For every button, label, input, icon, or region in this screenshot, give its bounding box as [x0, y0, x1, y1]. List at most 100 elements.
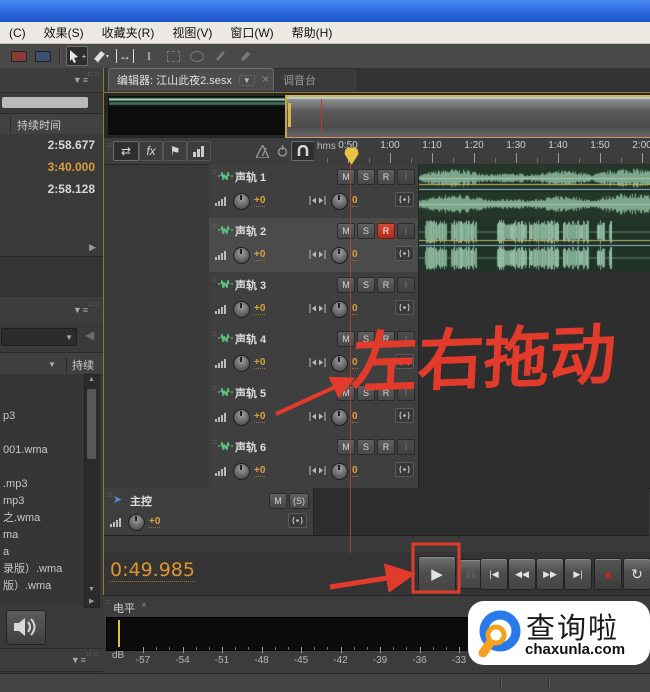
playhead-time-display[interactable]: 0:49.985: [110, 559, 195, 582]
solo-button[interactable]: S: [357, 169, 375, 185]
rewind-button[interactable]: ◀◀: [508, 558, 536, 590]
track-drag-handle[interactable]: ⁙: [211, 441, 218, 445]
duration-value[interactable]: 2:58.677: [0, 134, 103, 156]
volume-value[interactable]: +0: [254, 303, 265, 315]
close-icon[interactable]: ×: [141, 600, 147, 611]
pan-knob[interactable]: [331, 409, 348, 426]
tab-editor[interactable]: 编辑器: 江山此夜2.sesx ▼: [108, 68, 274, 91]
marquee-tool-button[interactable]: [162, 46, 184, 66]
solo-button[interactable]: S: [357, 277, 375, 293]
track-lane[interactable]: [419, 218, 650, 272]
stream-output-icon[interactable]: [395, 408, 414, 423]
volume-value[interactable]: +0: [254, 465, 265, 477]
menu-item-3[interactable]: 视图(V): [163, 24, 221, 41]
waveform-view-button[interactable]: [8, 46, 30, 66]
stream-output-icon[interactable]: [395, 462, 414, 477]
track-name[interactable]: 声轨 5: [235, 385, 266, 401]
track-drag-handle[interactable]: ⁙: [106, 494, 113, 498]
volume-value[interactable]: +0: [149, 516, 160, 528]
range-left-handle[interactable]: [288, 103, 291, 127]
stream-output-icon[interactable]: [288, 513, 307, 528]
volume-value[interactable]: +0: [254, 357, 265, 369]
file-list-item[interactable]: 录版）.wma: [0, 561, 84, 578]
mute-button[interactable]: M: [337, 169, 355, 185]
fast-forward-button[interactable]: ▶▶: [536, 558, 564, 590]
pan-value[interactable]: 0: [352, 195, 358, 207]
volume-knob[interactable]: [233, 355, 250, 372]
volume-knob[interactable]: [233, 247, 250, 264]
track-name[interactable]: 声轨 3: [235, 277, 266, 293]
mute-button[interactable]: M: [337, 223, 355, 239]
eq-button[interactable]: [187, 141, 211, 161]
volume-knob[interactable]: [128, 514, 145, 531]
scroll-up-icon[interactable]: ▲: [88, 376, 95, 383]
record-button[interactable]: ●: [594, 558, 622, 590]
volume-knob[interactable]: [233, 463, 250, 480]
input-monitor-button[interactable]: I: [397, 223, 415, 239]
file-list-item[interactable]: [0, 459, 84, 476]
effects-button[interactable]: fx: [139, 141, 163, 161]
scrollbar-thumb[interactable]: [87, 389, 96, 459]
file-list-item[interactable]: ma: [0, 527, 84, 544]
input-monitor-button[interactable]: I: [397, 277, 415, 293]
multitrack-view-button[interactable]: [32, 46, 54, 66]
arm-record-button[interactable]: R: [377, 169, 395, 185]
master-track-lane[interactable]: [314, 488, 649, 535]
pan-value[interactable]: 0: [352, 249, 358, 261]
file-list-item[interactable]: [0, 425, 84, 442]
track-name[interactable]: 声轨 6: [235, 439, 266, 455]
stream-output-icon[interactable]: [395, 192, 414, 207]
play-button[interactable]: ▶: [418, 556, 456, 592]
arm-record-button[interactable]: R: [377, 439, 395, 455]
time-selection-tool-button[interactable]: I: [138, 46, 160, 66]
io-routing-button[interactable]: ⇄: [113, 141, 139, 161]
panel-grip-icon[interactable]: ⁙: [105, 601, 112, 605]
pan-knob[interactable]: [331, 463, 348, 480]
file-list-item[interactable]: mp3: [0, 493, 84, 510]
mute-button[interactable]: M: [269, 493, 287, 509]
skip-to-start-button[interactable]: |◀: [480, 558, 508, 590]
pan-value[interactable]: 0: [352, 465, 358, 477]
file-list-item[interactable]: [0, 374, 84, 391]
zoom-navigator[interactable]: [104, 92, 650, 139]
volume-knob[interactable]: [233, 409, 250, 426]
track-drag-handle[interactable]: ⁙: [211, 387, 218, 391]
track-lane[interactable]: [419, 434, 650, 488]
duration-value[interactable]: 2:58.128: [0, 178, 103, 200]
metronome-icon[interactable]: [251, 141, 273, 161]
solo-safe-button[interactable]: (S): [289, 493, 309, 509]
file-list-item[interactable]: 001.wma: [0, 442, 84, 459]
files-filter-dropdown[interactable]: ▼: [1, 328, 77, 346]
pan-knob[interactable]: [331, 301, 348, 318]
files-column-header[interactable]: ▼ 持续: [0, 352, 103, 376]
volume-value[interactable]: +0: [254, 411, 265, 423]
file-list-item[interactable]: 版）.wma: [0, 578, 84, 595]
panel-grip-icon[interactable]: ⁙⁙: [86, 653, 99, 657]
duration-column-header[interactable]: 持续时间: [0, 113, 103, 135]
close-icon[interactable]: ×: [262, 72, 269, 86]
menu-item-0[interactable]: (C): [0, 26, 35, 40]
panel-menu-icon[interactable]: ▼≡: [71, 655, 87, 665]
track-header[interactable]: ⁙ 声轨 6 M S R I +0 0: [209, 434, 419, 488]
timeline-ruler[interactable]: hms 0:501:001:101:201:301:401:502:00: [314, 138, 650, 165]
file-list-item[interactable]: a: [0, 544, 84, 561]
volume-knob[interactable]: [233, 193, 250, 210]
duration-value[interactable]: 3:40.000: [0, 156, 103, 178]
razor-tool-button[interactable]: ▾: [90, 46, 112, 66]
stream-output-icon[interactable]: [395, 246, 414, 261]
track-name[interactable]: 声轨 2: [235, 223, 266, 239]
spot-healing-tool-button[interactable]: [234, 46, 256, 66]
track-name[interactable]: 声轨 4: [235, 331, 266, 347]
track-drag-handle[interactable]: ⁙: [211, 171, 218, 175]
punch-record-icon[interactable]: [271, 141, 293, 161]
panel-grip-icon[interactable]: ⁙⁙: [87, 73, 100, 77]
track-name[interactable]: 声轨 1: [235, 169, 266, 185]
pan-knob[interactable]: [331, 247, 348, 264]
volume-value[interactable]: +0: [254, 249, 265, 261]
scroll-right-icon[interactable]: ▶: [89, 242, 96, 253]
back-arrow-icon[interactable]: ◀: [85, 328, 94, 342]
pan-value[interactable]: 0: [352, 411, 358, 423]
lasso-tool-button[interactable]: [186, 46, 208, 66]
input-monitor-button[interactable]: I: [397, 439, 415, 455]
pan-knob[interactable]: [331, 355, 348, 372]
